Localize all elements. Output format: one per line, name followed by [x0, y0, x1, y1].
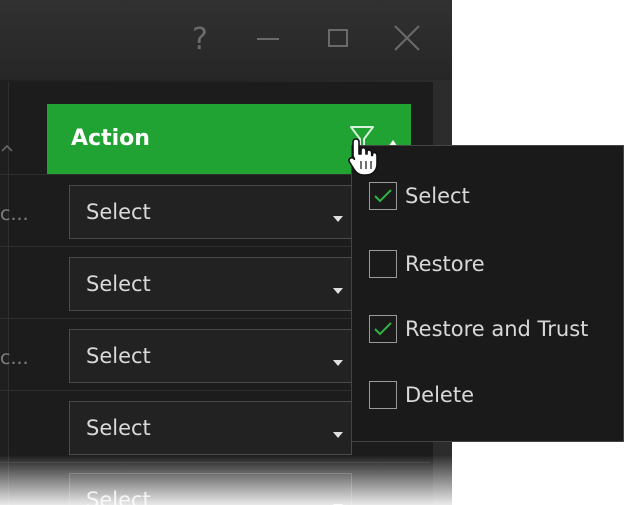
action-column-label: Action	[71, 126, 150, 151]
chevron-down-icon	[332, 280, 344, 299]
filter-option-label: Select	[405, 184, 470, 208]
close-icon[interactable]	[386, 18, 426, 58]
minimize-icon[interactable]	[248, 18, 288, 58]
action-select-value: Select	[86, 200, 151, 224]
action-select-value: Select	[86, 416, 151, 440]
chevron-down-icon	[332, 352, 344, 371]
hand-cursor-icon	[347, 137, 381, 181]
action-select-value: Select	[86, 488, 151, 505]
checkbox-unchecked[interactable]	[369, 381, 397, 409]
filter-option-label: Delete	[405, 383, 474, 407]
action-select[interactable]: Select	[69, 257, 352, 311]
truncated-cell: c...	[0, 347, 29, 369]
action-select[interactable]: Select	[69, 401, 352, 455]
filter-option-label: Restore and Trust	[405, 317, 589, 341]
help-icon[interactable]: ?	[180, 18, 220, 58]
checkbox-checked[interactable]	[369, 182, 397, 210]
chevron-down-icon	[332, 208, 344, 227]
filter-dropdown: Select Restore Restore and Trust Delete	[351, 145, 624, 442]
filter-option-label: Restore	[405, 252, 485, 276]
action-select-value: Select	[86, 344, 151, 368]
truncated-cell: c...	[0, 203, 29, 225]
column-caret-icon	[0, 138, 14, 160]
maximize-icon[interactable]	[318, 18, 358, 58]
chevron-down-icon	[332, 424, 344, 443]
title-bar: ?	[0, 0, 452, 80]
action-select[interactable]: Select	[69, 473, 352, 505]
row-divider	[0, 462, 430, 463]
checkbox-unchecked[interactable]	[369, 250, 397, 278]
action-select-value: Select	[86, 272, 151, 296]
checkbox-checked[interactable]	[369, 315, 397, 343]
action-select[interactable]: Select	[69, 329, 352, 383]
action-select[interactable]: Select	[69, 185, 352, 239]
chevron-down-icon	[332, 496, 344, 505]
svg-text:?: ?	[192, 22, 208, 57]
